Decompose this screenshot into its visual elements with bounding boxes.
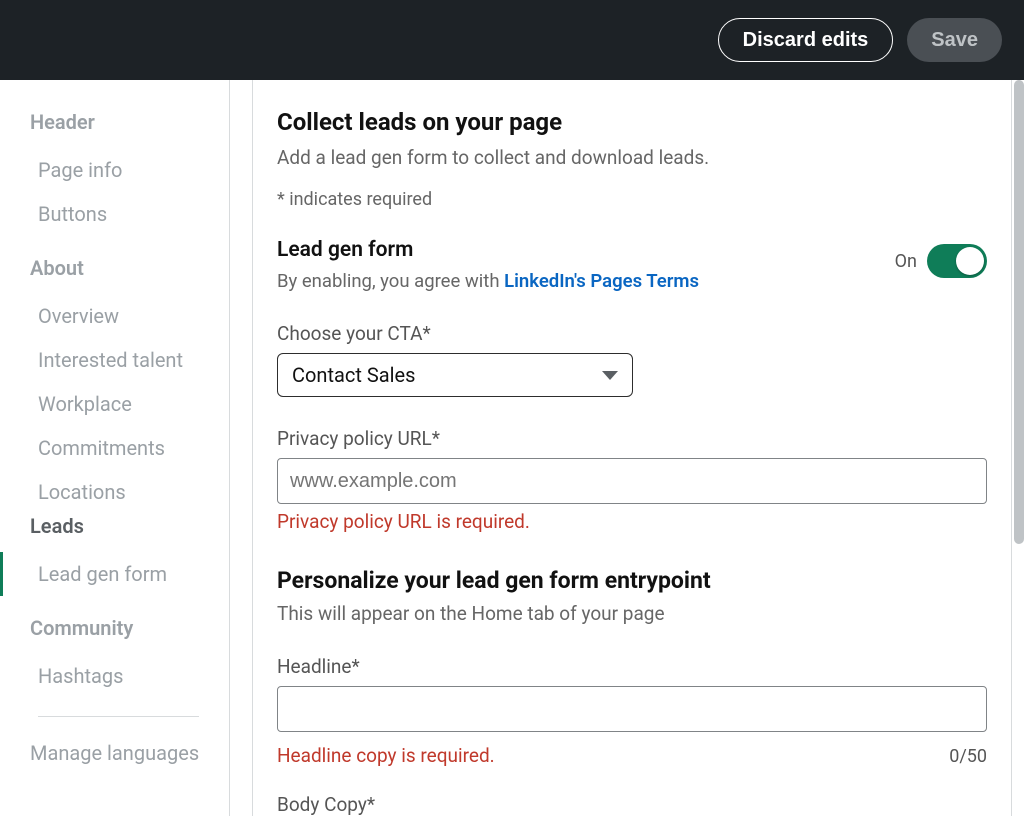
sidebar: Header Page info Buttons About Overview …: [0, 80, 230, 816]
sidebar-item-overview[interactable]: Overview: [30, 294, 229, 338]
cta-label: Choose your CTA*: [277, 322, 987, 345]
sidebar-divider: [38, 716, 199, 717]
cta-select-value: Contact Sales: [292, 363, 415, 387]
sidebar-item-interested-talent[interactable]: Interested talent: [30, 338, 229, 382]
leadgen-agree-text: By enabling, you agree with LinkedIn's P…: [277, 270, 699, 292]
toggle-label: On: [895, 251, 917, 272]
headline-counter: 0/50: [949, 746, 987, 767]
personalize-heading: Personalize your lead gen form entrypoin…: [277, 567, 987, 594]
sidebar-item-manage-languages[interactable]: Manage languages: [30, 731, 229, 775]
headline-label: Headline*: [277, 655, 987, 678]
required-note: * indicates required: [277, 189, 987, 210]
main-wrap: Collect leads on your page Add a lead ge…: [230, 80, 1024, 816]
top-bar: Discard edits Save: [0, 0, 1024, 80]
sidebar-section-about[interactable]: About: [30, 256, 229, 280]
sidebar-item-lead-gen-form[interactable]: Lead gen form: [30, 552, 229, 596]
sidebar-section-leads[interactable]: Leads: [30, 514, 229, 538]
privacy-label: Privacy policy URL*: [277, 427, 987, 450]
sidebar-item-hashtags[interactable]: Hashtags: [30, 654, 229, 698]
body-copy-label: Body Copy*: [277, 793, 987, 816]
cta-select[interactable]: Contact Sales: [277, 353, 633, 397]
toggle-knob-icon: [956, 247, 984, 275]
privacy-error: Privacy policy URL is required.: [277, 510, 987, 533]
headline-error: Headline copy is required.: [277, 744, 495, 767]
sidebar-section-community[interactable]: Community: [30, 616, 229, 640]
discard-edits-button[interactable]: Discard edits: [718, 18, 894, 62]
page-subtitle: Add a lead gen form to collect and downl…: [277, 146, 987, 169]
personalize-subtitle: This will appear on the Home tab of your…: [277, 602, 987, 625]
leadgen-agree-prefix: By enabling, you agree with: [277, 270, 504, 292]
sidebar-section-header[interactable]: Header: [30, 110, 229, 134]
pages-terms-link[interactable]: LinkedIn's Pages Terms: [504, 270, 699, 292]
chevron-down-icon: [602, 371, 618, 380]
sidebar-item-locations[interactable]: Locations: [30, 470, 229, 514]
main-content: Collect leads on your page Add a lead ge…: [252, 80, 1012, 816]
privacy-url-input[interactable]: [277, 458, 987, 504]
leadgen-heading: Lead gen form: [277, 238, 699, 262]
leadgen-toggle[interactable]: [927, 244, 987, 278]
sidebar-item-commitments[interactable]: Commitments: [30, 426, 229, 470]
headline-input[interactable]: [277, 686, 987, 732]
sidebar-item-buttons[interactable]: Buttons: [30, 192, 229, 236]
sidebar-item-page-info[interactable]: Page info: [30, 148, 229, 192]
sidebar-item-workplace[interactable]: Workplace: [30, 382, 229, 426]
save-button[interactable]: Save: [907, 18, 1002, 62]
page-body: Header Page info Buttons About Overview …: [0, 80, 1024, 816]
scrollbar[interactable]: [1014, 80, 1024, 544]
page-title: Collect leads on your page: [277, 108, 987, 136]
